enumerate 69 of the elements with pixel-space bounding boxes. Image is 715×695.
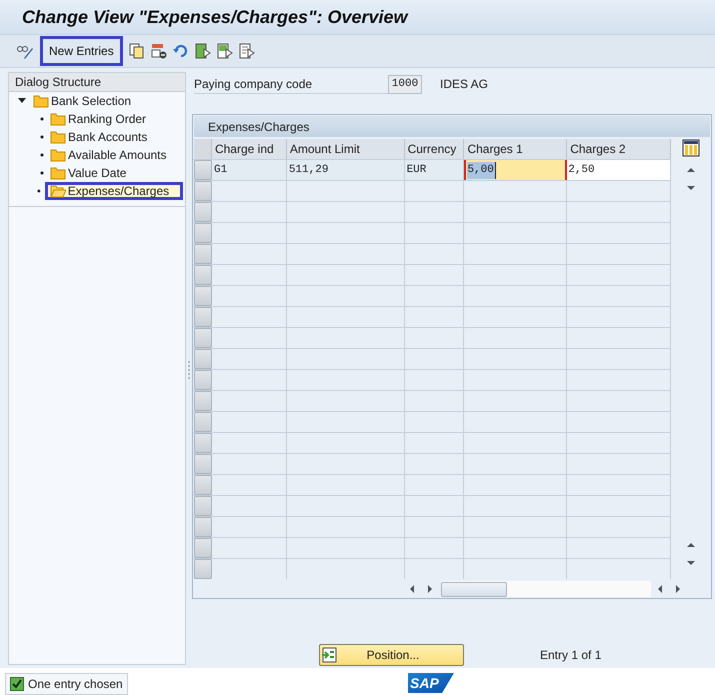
logo: SAP xyxy=(408,673,454,693)
table-cell: G1 xyxy=(212,160,287,180)
bullet-icon xyxy=(40,117,44,121)
delete-row-icon[interactable] xyxy=(150,43,167,59)
column-header[interactable]: Charges 1 xyxy=(464,139,568,160)
folder-icon xyxy=(50,147,66,163)
folder-icon xyxy=(50,129,66,145)
entry-count: Entry 1 of 1 xyxy=(540,647,602,664)
row-selector[interactable] xyxy=(194,391,212,412)
row-selector[interactable] xyxy=(194,265,212,286)
horizontal-scrollbar[interactable] xyxy=(441,581,651,598)
folder-icon xyxy=(50,111,66,127)
position-icon xyxy=(321,647,337,663)
row-selector[interactable] xyxy=(194,517,212,538)
table-title: Expenses/Charges xyxy=(194,116,710,138)
row-selector[interactable] xyxy=(194,370,212,390)
undo-icon[interactable] xyxy=(172,43,189,59)
column-header[interactable]: Amount Limit xyxy=(286,139,405,160)
select-all-icon[interactable] xyxy=(194,43,211,59)
glasses-pencil-icon[interactable] xyxy=(16,43,34,59)
panel-header: Dialog Structure xyxy=(9,73,185,92)
input-cell[interactable]: 2,50 xyxy=(567,160,671,180)
company-name: IDES AG xyxy=(440,76,488,93)
tree-item[interactable]: Ranking Order xyxy=(48,110,150,128)
tree-item[interactable]: Bank Selection xyxy=(31,92,136,110)
position-button[interactable]: Position... xyxy=(319,644,464,666)
bullet-icon xyxy=(40,135,44,139)
bullet-icon xyxy=(37,189,41,193)
status-message: One entry chosen xyxy=(28,676,123,693)
row-selector-header[interactable] xyxy=(194,139,212,160)
row-selector[interactable] xyxy=(194,559,212,580)
row-selector[interactable] xyxy=(194,307,212,328)
row-selector[interactable] xyxy=(194,286,212,306)
tree-item[interactable]: Expenses/Charges xyxy=(44,182,183,200)
row-selector[interactable] xyxy=(194,223,212,244)
open-folder-icon xyxy=(50,183,66,199)
row-selector[interactable] xyxy=(194,328,212,348)
scroll-thumb[interactable] xyxy=(441,582,507,597)
table-settings-icon[interactable] xyxy=(682,139,700,158)
row-selector[interactable] xyxy=(194,244,212,264)
column-header[interactable]: Charge ind xyxy=(212,139,287,160)
tree-item[interactable]: Value Date xyxy=(48,164,130,182)
splitter-handle-icon[interactable] xyxy=(188,361,190,379)
row-selector[interactable] xyxy=(194,475,212,496)
row-selector[interactable] xyxy=(194,349,212,370)
row-selector[interactable] xyxy=(194,160,212,180)
bullet-icon xyxy=(40,153,44,157)
new-entries-button[interactable]: New Entries xyxy=(40,36,123,66)
copy-icon[interactable] xyxy=(128,43,145,59)
company-code-field[interactable]: 1000 xyxy=(388,74,422,94)
table-cell: 511,29 xyxy=(286,160,405,180)
select-block-icon[interactable] xyxy=(216,43,233,59)
row-selector[interactable] xyxy=(194,496,212,516)
row-selector[interactable] xyxy=(194,454,212,474)
window-title: Change View "Expenses/Charges": Overview xyxy=(22,6,408,29)
row-selector[interactable] xyxy=(194,181,212,202)
row-selector[interactable] xyxy=(194,538,212,558)
column-header[interactable]: Charges 2 xyxy=(567,139,671,160)
deselect-icon[interactable] xyxy=(238,43,255,59)
tree-item[interactable]: Bank Accounts xyxy=(48,128,152,146)
bullet-icon xyxy=(40,171,44,175)
field-label: Paying company code xyxy=(194,74,388,94)
input-cell[interactable]: 5,00 xyxy=(464,160,568,180)
tree-item[interactable]: Available Amounts xyxy=(48,146,171,164)
row-selector[interactable] xyxy=(194,433,212,454)
table-cell: EUR xyxy=(404,160,464,180)
column-header[interactable]: Currency xyxy=(404,139,464,160)
row-selector[interactable] xyxy=(194,412,212,432)
row-selector[interactable] xyxy=(194,202,212,222)
